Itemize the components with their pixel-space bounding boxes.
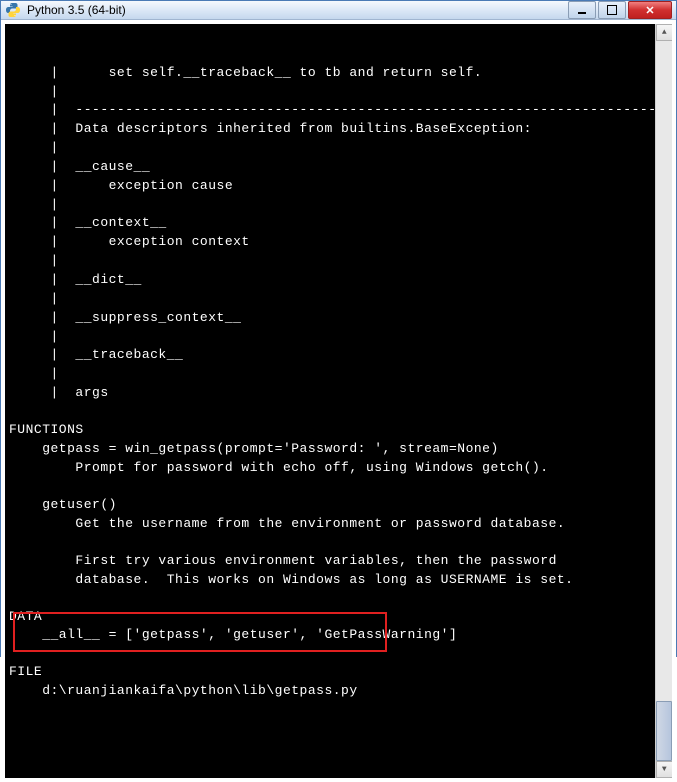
terminal-line: | [9, 139, 648, 158]
terminal-line: | [9, 83, 648, 102]
app-window: Python 3.5 (64-bit) | set self.__traceba… [0, 0, 677, 657]
scroll-down-button[interactable]: ▼ [656, 761, 672, 778]
terminal-line: Prompt for password with echo off, using… [9, 459, 648, 478]
terminal-line: | exception cause [9, 177, 648, 196]
terminal-line: FUNCTIONS [9, 421, 648, 440]
close-button[interactable] [628, 1, 672, 19]
python-icon [5, 2, 21, 18]
terminal-line: | __dict__ [9, 271, 648, 290]
terminal-line: | [9, 365, 648, 384]
terminal-line: | set self.__traceback__ to tb and retur… [9, 64, 648, 83]
terminal-line: | Data descriptors inherited from builti… [9, 120, 648, 139]
window-controls [568, 1, 672, 19]
terminal-line: getuser() [9, 496, 648, 515]
terminal-line: DATA [9, 608, 648, 627]
maximize-button[interactable] [598, 1, 626, 19]
scroll-thumb[interactable] [656, 701, 672, 761]
terminal-line: Get the username from the environment or… [9, 515, 648, 534]
terminal[interactable]: | set self.__traceback__ to tb and retur… [5, 24, 672, 778]
terminal-line: | --------------------------------------… [9, 101, 648, 120]
terminal-line: | __context__ [9, 214, 648, 233]
terminal-line: | exception context [9, 233, 648, 252]
terminal-line: database. This works on Windows as long … [9, 571, 648, 590]
scroll-track[interactable] [656, 41, 672, 761]
scroll-up-button[interactable]: ▲ [656, 24, 672, 41]
terminal-line: | args [9, 384, 648, 403]
terminal-line: __all__ = ['getpass', 'getuser', 'GetPas… [9, 626, 648, 645]
terminal-line [9, 589, 648, 607]
terminal-line: | [9, 196, 648, 215]
client-area: | set self.__traceback__ to tb and retur… [1, 20, 676, 782]
terminal-line: | [9, 328, 648, 347]
terminal-line: | __traceback__ [9, 346, 648, 365]
terminal-line [9, 478, 648, 496]
scrollbar[interactable]: ▲ ▼ [655, 24, 672, 778]
terminal-line: | __suppress_context__ [9, 309, 648, 328]
terminal-line: FILE [9, 663, 648, 682]
terminal-line: First try various environment variables,… [9, 552, 648, 571]
titlebar[interactable]: Python 3.5 (64-bit) [1, 1, 676, 20]
terminal-content: | set self.__traceback__ to tb and retur… [9, 64, 668, 701]
terminal-line [9, 533, 648, 551]
window-title: Python 3.5 (64-bit) [27, 3, 568, 17]
minimize-button[interactable] [568, 1, 596, 19]
terminal-line: | __cause__ [9, 158, 648, 177]
terminal-line [9, 645, 648, 663]
terminal-line: d:\ruanjiankaifa\python\lib\getpass.py [9, 682, 648, 701]
terminal-line [9, 403, 648, 421]
terminal-line: | [9, 290, 648, 309]
terminal-line: getpass = win_getpass(prompt='Password: … [9, 440, 648, 459]
terminal-line: | [9, 252, 648, 271]
